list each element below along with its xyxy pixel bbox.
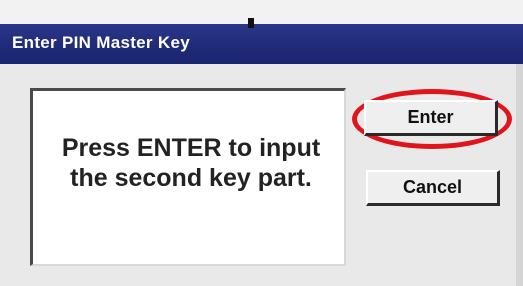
window-edge bbox=[516, 64, 523, 286]
enter-button[interactable]: Enter bbox=[364, 100, 498, 136]
instruction-message: Press ENTER to input the second key part… bbox=[61, 134, 321, 192]
cancel-button[interactable]: Cancel bbox=[366, 170, 500, 206]
titlebar-notch bbox=[248, 18, 254, 28]
dialog-title: Enter PIN Master Key bbox=[12, 33, 190, 52]
pin-master-key-dialog: Enter PIN Master Key Press ENTER to inpu… bbox=[0, 18, 523, 286]
dialog-titlebar[interactable]: Enter PIN Master Key bbox=[0, 18, 523, 64]
message-panel: Press ENTER to input the second key part… bbox=[30, 88, 346, 266]
